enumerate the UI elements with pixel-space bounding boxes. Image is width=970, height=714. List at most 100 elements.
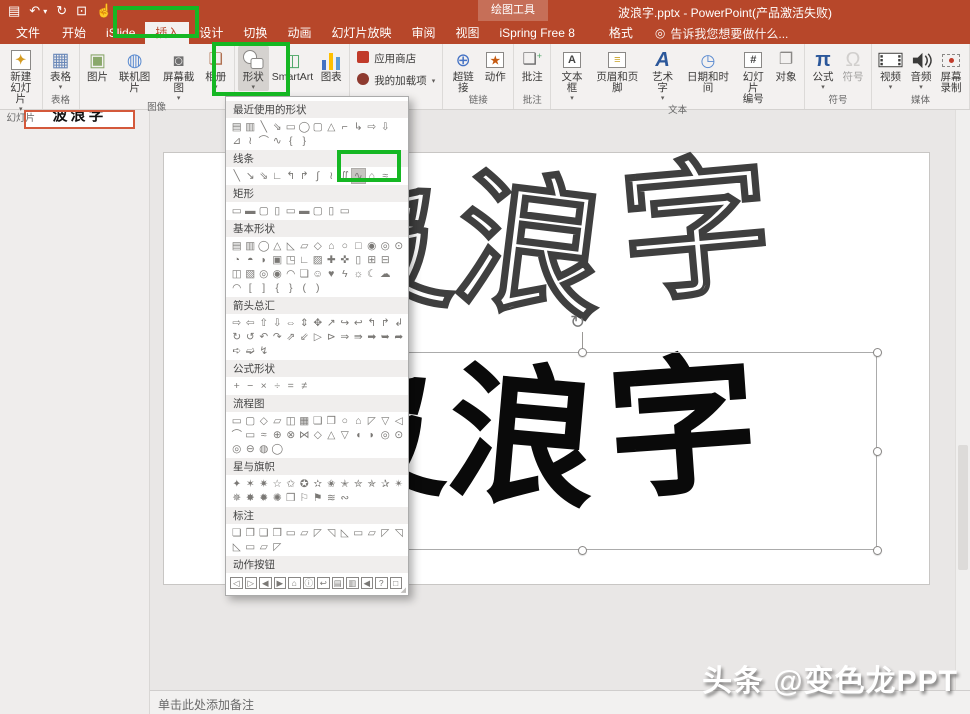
shape-icon[interactable]: ] <box>257 281 271 295</box>
shape-icon[interactable]: ▭ <box>284 526 298 540</box>
shape-icon[interactable]: ▢ <box>311 120 325 134</box>
shape-icon[interactable]: ↱ <box>298 169 312 183</box>
video-button[interactable]: 视频▾ <box>875 46 906 91</box>
shape-icon[interactable]: ⇨ <box>365 120 379 134</box>
shape-icon[interactable]: ↩ <box>317 577 330 590</box>
rotate-handle-icon[interactable]: ↻ <box>570 312 585 333</box>
shape-icon[interactable]: ⇒ <box>338 330 352 344</box>
shape-icon[interactable]: ⊞ <box>365 253 379 267</box>
shape-icon[interactable]: ✚ <box>325 253 339 267</box>
shape-icon[interactable]: ▣ <box>271 253 285 267</box>
table-button[interactable]: ▦表格▾ <box>46 46 76 91</box>
shape-icon[interactable]: ◓ <box>244 253 258 267</box>
shape-icon[interactable]: ϟ <box>338 267 352 281</box>
shape-icon[interactable]: ✦ <box>230 477 244 491</box>
shape-icon[interactable]: ≈ <box>379 169 393 183</box>
equation-button[interactable]: π公式▾ <box>808 46 838 91</box>
shape-icon[interactable]: + <box>230 379 244 393</box>
shape-icon[interactable]: ✺ <box>271 491 285 505</box>
shape-icon[interactable]: ⌐ <box>338 120 352 134</box>
shape-icon[interactable]: ? <box>375 577 388 590</box>
shape-icon[interactable]: △ <box>325 120 339 134</box>
shape-icon[interactable]: ◉ <box>365 239 379 253</box>
shape-icon[interactable]: ⌂ <box>352 414 366 428</box>
shape-icon[interactable]: ⚐ <box>298 491 312 505</box>
shape-icon[interactable]: ➫ <box>244 344 258 358</box>
shape-icon[interactable]: ↰ <box>365 316 379 330</box>
shape-icon[interactable]: ↩ <box>352 316 366 330</box>
online-picture-button[interactable]: ◍联机图片 <box>113 46 157 94</box>
shape-icon[interactable]: ▭ <box>284 204 298 218</box>
shape-icon[interactable]: ⇘ <box>271 120 285 134</box>
picture-button[interactable]: ▣图片 <box>83 46 113 83</box>
shape-icon[interactable]: ◇ <box>257 414 271 428</box>
shape-icon[interactable]: ➡ <box>365 330 379 344</box>
redo-icon[interactable]: ↻ <box>56 3 67 19</box>
shape-icon[interactable]: ✯ <box>365 477 379 491</box>
shape-icon[interactable]: ) <box>311 281 325 295</box>
shape-icon[interactable]: − <box>244 379 258 393</box>
shape-icon[interactable]: ▢ <box>244 414 258 428</box>
shape-icon[interactable]: ◯ <box>271 442 285 456</box>
shape-icon[interactable]: ▥ <box>346 577 359 590</box>
shape-icon[interactable]: ✥ <box>311 316 325 330</box>
chart-button[interactable]: 图表 <box>316 46 346 83</box>
shape-icon[interactable]: ≋ <box>325 491 339 505</box>
shape-icon[interactable]: ◀ <box>361 577 374 590</box>
shape-icon[interactable]: ◺ <box>338 526 352 540</box>
shape-icon[interactable]: ⊟ <box>379 253 393 267</box>
wordart-button[interactable]: A艺术字▾ <box>645 46 680 102</box>
shape-icon[interactable]: ◫ <box>284 414 298 428</box>
shape-icon[interactable]: [ <box>244 281 258 295</box>
text-box-button[interactable]: A文本框▾ <box>554 46 589 102</box>
shape-icon[interactable]: ❏ <box>230 526 244 540</box>
shape-icon[interactable]: ▱ <box>298 239 312 253</box>
shape-icon[interactable]: ✮ <box>352 477 366 491</box>
selection-handle[interactable] <box>578 546 587 555</box>
shape-icon[interactable]: ◸ <box>379 526 393 540</box>
shape-icon[interactable]: ↱ <box>379 316 393 330</box>
object-button[interactable]: ❐对象 <box>771 46 801 83</box>
audio-button[interactable]: 音频▾ <box>906 46 936 91</box>
shape-icon[interactable]: ▽ <box>379 414 393 428</box>
hyperlink-button[interactable]: ⊕超链接 <box>446 46 480 94</box>
shape-icon[interactable]: = <box>284 379 298 393</box>
selection-handle[interactable] <box>578 348 587 357</box>
shape-icon[interactable]: ↺ <box>244 330 258 344</box>
shape-icon[interactable]: ∟ <box>271 169 285 183</box>
my-addins-button[interactable]: 我的加载项▾ <box>353 71 439 90</box>
shape-icon[interactable]: ↘ <box>244 169 258 183</box>
tab-insert[interactable]: 插入 <box>145 22 189 44</box>
shape-icon[interactable]: ◍ <box>257 442 271 456</box>
shape-icon[interactable]: ▢ <box>257 204 271 218</box>
shape-icon[interactable]: { <box>284 134 298 148</box>
shape-icon[interactable]: ❏ <box>298 267 312 281</box>
shape-icon[interactable]: ÷ <box>271 379 285 393</box>
shape-icon[interactable]: ◇ <box>311 239 325 253</box>
shape-icon[interactable]: ⊙ <box>392 239 406 253</box>
shape-icon[interactable]: ⊳ <box>325 330 339 344</box>
shapes-button[interactable]: 形状▾ <box>238 46 269 91</box>
date-time-button[interactable]: ◷日期和时间 <box>680 46 735 94</box>
shape-icon[interactable]: ◗ <box>257 253 271 267</box>
undo-dropdown-icon[interactable]: ▾ <box>43 7 47 16</box>
shape-icon[interactable]: ↗ <box>325 316 339 330</box>
app-store-button[interactable]: 应用商店 <box>353 49 420 68</box>
shape-icon[interactable]: × <box>257 379 271 393</box>
shape-icon[interactable]: ☆ <box>271 477 285 491</box>
shape-icon[interactable]: ✩ <box>284 477 298 491</box>
symbol-button[interactable]: Ω符号 <box>838 46 868 83</box>
shape-icon[interactable]: ∬ <box>338 169 352 183</box>
selection-handle[interactable] <box>873 546 882 555</box>
selection-handle[interactable] <box>873 348 882 357</box>
shape-icon[interactable]: { <box>271 281 285 295</box>
shape-icon[interactable]: ⓘ <box>303 577 316 590</box>
shape-icon[interactable]: ⇩ <box>271 316 285 330</box>
undo-icon[interactable]: ↶ <box>29 3 40 19</box>
selection-handle[interactable] <box>873 447 882 456</box>
shape-icon[interactable]: ⇙ <box>298 330 312 344</box>
shape-icon[interactable]: ◀ <box>259 577 272 590</box>
shape-icon[interactable]: ◠ <box>230 281 244 295</box>
shape-icon[interactable]: ↯ <box>257 344 271 358</box>
tab-slideshow[interactable]: 幻灯片放映 <box>321 22 401 44</box>
